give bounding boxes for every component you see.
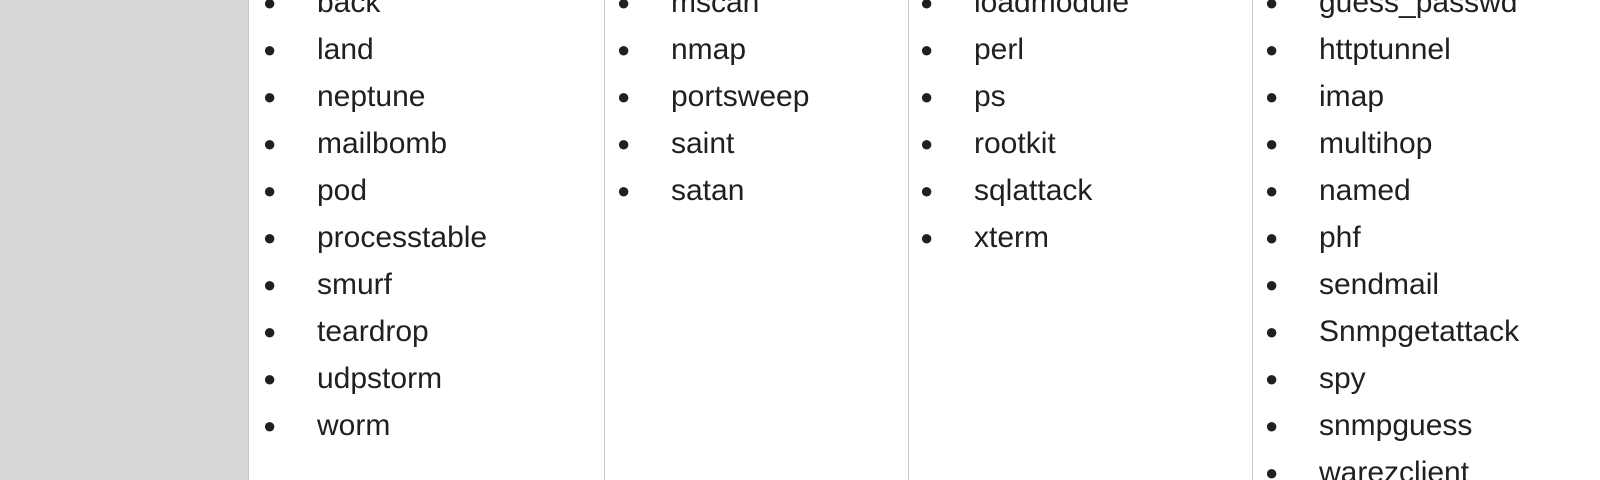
bullet-icon: ● — [617, 84, 631, 109]
list-item-label: saint — [671, 127, 735, 160]
list-item-label: warezclient — [1319, 456, 1470, 480]
bullet-icon: ● — [1265, 37, 1279, 62]
list-item-label: snmpguess — [1319, 409, 1473, 442]
bullet-icon: ● — [920, 131, 934, 156]
bullet-icon: ● — [1265, 413, 1279, 438]
list-item-label: guess_passwd — [1319, 0, 1518, 19]
column-divider — [908, 0, 909, 480]
list-item-label: multihop — [1319, 127, 1433, 160]
bullet-icon: ● — [920, 178, 934, 203]
bullet-icon: ● — [263, 178, 277, 203]
list-item-label: land — [317, 33, 374, 66]
bullet-icon: ● — [1265, 366, 1279, 391]
list-item-label: back — [317, 0, 381, 19]
list-item-label: neptune — [317, 80, 426, 113]
list-item-label: mscan — [671, 0, 760, 19]
list-item-label: satan — [671, 174, 745, 207]
list-item-label: pod — [317, 174, 368, 207]
list-item-label: ps — [974, 80, 1006, 113]
bullet-icon: ● — [1265, 319, 1279, 344]
list-item-label: teardrop — [317, 315, 429, 348]
list-item-label: loadmodule — [974, 0, 1130, 19]
bullet-icon: ● — [617, 178, 631, 203]
bullet-icon: ● — [1265, 460, 1279, 480]
bullet-icon: ● — [920, 225, 934, 250]
list-item-label: httptunnel — [1319, 33, 1451, 66]
bullet-icon: ● — [263, 225, 277, 250]
list-item-label: udpstorm — [317, 362, 443, 395]
bullet-icon: ● — [263, 37, 277, 62]
bullet-icon: ● — [263, 366, 277, 391]
column-divider — [604, 0, 605, 480]
bullet-icon: ● — [1265, 225, 1279, 250]
document-page: ● back ● land ● neptune ● mailbomb ● pod ● processt… — [248, 0, 1600, 480]
list-item-label: portsweep — [671, 80, 810, 113]
list-item-label: spy — [1319, 362, 1366, 395]
list-item-label: Snmpgetattack — [1319, 315, 1520, 348]
bullet-icon: ● — [920, 37, 934, 62]
bullet-icon: ● — [263, 272, 277, 297]
bullet-icon: ● — [617, 131, 631, 156]
bullet-icon: ● — [263, 0, 277, 15]
list-item-label: rootkit — [974, 127, 1056, 160]
list-item-label: imap — [1319, 80, 1385, 113]
list-item-label: perl — [974, 33, 1025, 66]
list-item-label: smurf — [317, 268, 392, 301]
list-item-label: xterm — [974, 221, 1049, 254]
list-item-label: worm — [317, 409, 391, 442]
list-item-label: phf — [1319, 221, 1361, 254]
bullet-icon: ● — [617, 0, 631, 15]
bullet-icon: ● — [1265, 84, 1279, 109]
bullet-icon: ● — [263, 319, 277, 344]
bullet-icon: ● — [920, 84, 934, 109]
list-item-label: sendmail — [1319, 268, 1440, 301]
bullet-icon: ● — [1265, 272, 1279, 297]
bullet-icon: ● — [1265, 178, 1279, 203]
bullet-icon: ● — [920, 0, 934, 15]
list-item-label: processtable — [317, 221, 488, 254]
column-divider — [1252, 0, 1253, 480]
bullet-icon: ● — [263, 413, 277, 438]
bullet-icon: ● — [263, 84, 277, 109]
list-item-label: nmap — [671, 33, 747, 66]
list-item-label: named — [1319, 174, 1411, 207]
bullet-icon: ● — [617, 37, 631, 62]
bullet-icon: ● — [263, 131, 277, 156]
list-item-label: sqlattack — [974, 174, 1093, 207]
bullet-icon: ● — [1265, 131, 1279, 156]
bullet-icon: ● — [1265, 0, 1279, 15]
list-item-label: mailbomb — [317, 127, 448, 160]
